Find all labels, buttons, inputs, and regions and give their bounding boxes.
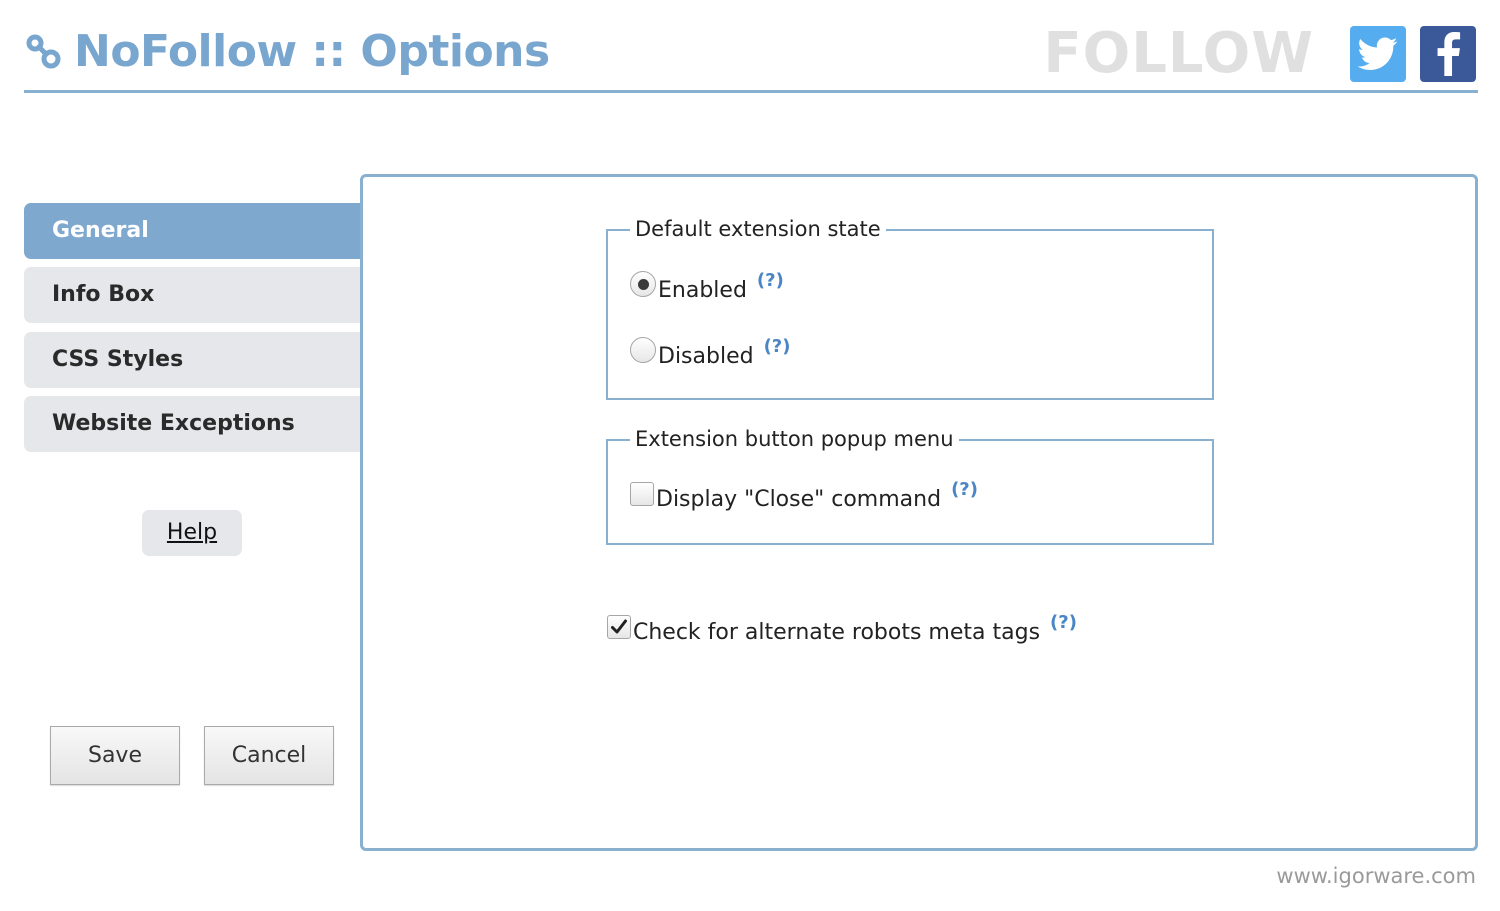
disabled-label[interactable]: Disabled <box>658 344 754 369</box>
robots-checkbox[interactable] <box>607 614 631 639</box>
save-button[interactable]: Save <box>50 726 180 785</box>
default-state-fieldset: Default extension state Enabled (?) Disa… <box>606 215 1214 400</box>
follow-group: FOLLOW <box>1043 24 1476 84</box>
footer-url[interactable]: www.igorware.com <box>1276 864 1476 888</box>
link-icon <box>24 32 64 72</box>
facebook-icon[interactable] <box>1420 26 1476 82</box>
close-command-option: Display "Close" command (?) <box>630 479 978 512</box>
sidebar-item-website-exceptions[interactable]: Website Exceptions <box>24 396 364 452</box>
enabled-label[interactable]: Enabled <box>658 278 747 303</box>
robots-help-marker[interactable]: (?) <box>1050 612 1077 633</box>
popup-menu-fieldset: Extension button popup menu Display "Clo… <box>606 425 1214 545</box>
page-title: NoFollow :: Options <box>74 26 550 77</box>
help-button[interactable]: Help <box>142 510 242 556</box>
sidebar-item-css-styles[interactable]: CSS Styles <box>24 332 364 388</box>
robots-option: Check for alternate robots meta tags (?) <box>607 612 1077 645</box>
radio-selected-dot <box>637 278 649 290</box>
disabled-help-marker[interactable]: (?) <box>764 336 791 357</box>
follow-label: FOLLOW <box>1043 21 1314 86</box>
sidebar-item-info-box[interactable]: Info Box <box>24 267 364 323</box>
close-command-help-marker[interactable]: (?) <box>951 479 978 500</box>
enabled-help-marker[interactable]: (?) <box>757 270 784 291</box>
sidebar-item-general[interactable]: General <box>24 203 364 259</box>
title-group: NoFollow :: Options <box>24 26 550 77</box>
disabled-radio[interactable] <box>630 337 656 363</box>
robots-label[interactable]: Check for alternate robots meta tags <box>633 620 1040 645</box>
options-panel: Default extension state Enabled (?) Disa… <box>360 174 1478 851</box>
default-state-legend: Default extension state <box>630 215 886 243</box>
enabled-radio[interactable] <box>630 271 656 297</box>
enabled-option: Enabled (?) <box>630 270 784 303</box>
twitter-icon[interactable] <box>1350 26 1406 82</box>
close-command-checkbox[interactable] <box>630 481 654 506</box>
page-header: NoFollow :: Options FOLLOW <box>24 18 1478 93</box>
disabled-option: Disabled (?) <box>630 336 790 369</box>
close-command-label[interactable]: Display "Close" command <box>656 487 941 512</box>
popup-menu-legend: Extension button popup menu <box>630 425 959 453</box>
cancel-button[interactable]: Cancel <box>204 726 334 785</box>
checkmark-icon <box>611 619 627 633</box>
